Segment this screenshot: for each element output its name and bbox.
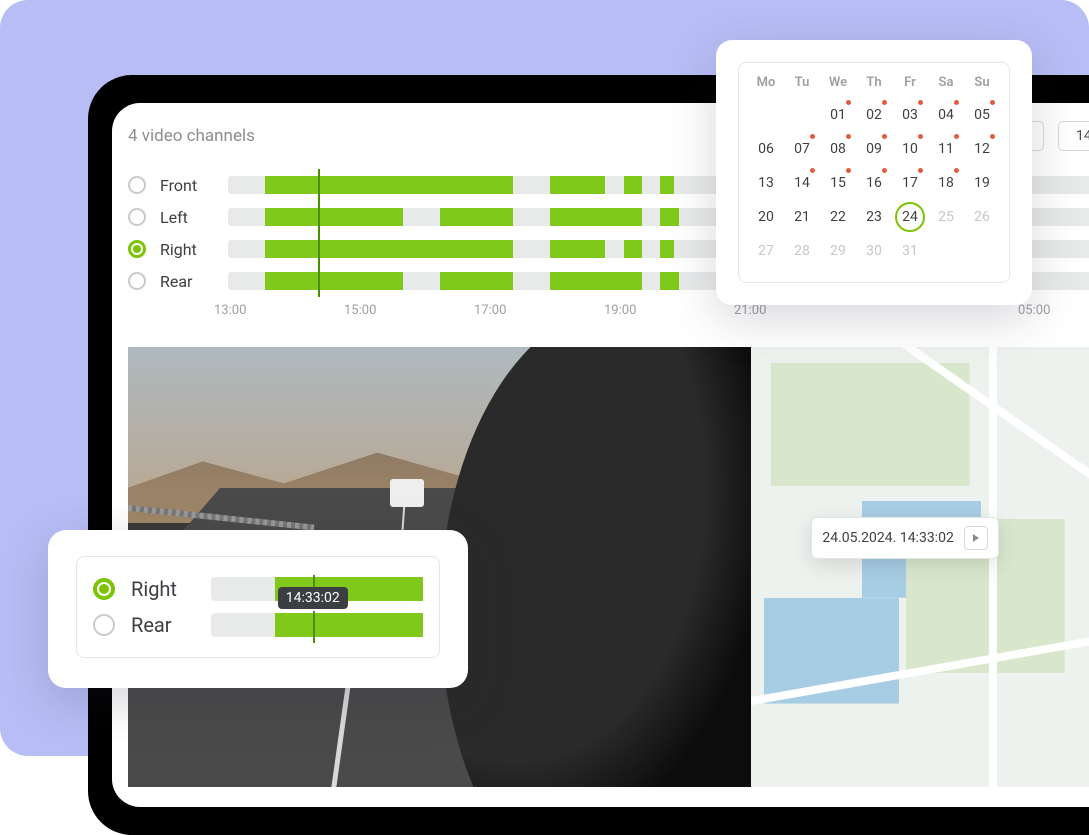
calendar-day[interactable]: 05	[965, 98, 999, 132]
time-axis: 13:00 15:00 17:00 19:00 21:00 05:00	[214, 303, 1089, 318]
calendar-day[interactable]: 26	[965, 200, 999, 234]
calendar-day[interactable]: 11	[929, 132, 963, 166]
channel-label: Front	[160, 176, 214, 195]
weekday-label: Tu	[785, 75, 819, 90]
weekday-label: Th	[857, 75, 891, 90]
calendar-day[interactable]: 28	[785, 234, 819, 268]
axis-tick: 21:00	[734, 303, 864, 318]
calendar-day	[785, 98, 819, 132]
axis-tick: 17:00	[474, 303, 604, 318]
weekday-label: We	[821, 75, 855, 90]
map-popup-text: 24.05.2024. 14:33:02	[822, 530, 953, 546]
calendar-day[interactable]: 06	[749, 132, 783, 166]
calendar-day[interactable]: 09	[857, 132, 891, 166]
timeline-playhead[interactable]	[318, 169, 320, 297]
calendar-day[interactable]: 27	[749, 234, 783, 268]
tablet-notch	[598, 75, 678, 95]
zoom-box: Right Rear 14:33:02	[76, 556, 440, 658]
calendar-day[interactable]: 02	[857, 98, 891, 132]
weekday-label: Sa	[929, 75, 963, 90]
map-viewport[interactable]: 24.05.2024. 14:33:02	[751, 347, 1089, 787]
channel-label: Rear	[160, 272, 214, 291]
stage-background: 4 video channels 14:33:02	[0, 0, 1089, 756]
calendar-day[interactable]: 01	[821, 98, 855, 132]
channel-radio-left[interactable]	[128, 208, 146, 226]
calendar-day[interactable]: 15	[821, 166, 855, 200]
play-icon	[971, 533, 981, 543]
channel-label: Left	[160, 208, 214, 227]
axis-tick: 13:00	[214, 303, 344, 318]
axis-tick: 19:00	[604, 303, 734, 318]
calendar-day	[749, 98, 783, 132]
calendar-day[interactable]: 20	[749, 200, 783, 234]
calendar-day[interactable]: 08	[821, 132, 855, 166]
axis-tick: 15:00	[344, 303, 474, 318]
map-popup-play-button[interactable]	[964, 526, 988, 550]
calendar-day[interactable]: 24	[895, 202, 925, 232]
zoom-row-right[interactable]: Right	[93, 571, 423, 607]
calendar-day[interactable]: 30	[857, 234, 891, 268]
calendar-day[interactable]: 18	[929, 166, 963, 200]
channel-radio-front[interactable]	[128, 176, 146, 194]
weekday-label: Mo	[749, 75, 783, 90]
calendar-day[interactable]: 12	[965, 132, 999, 166]
channel-radio-rear[interactable]	[128, 272, 146, 290]
calendar-day[interactable]: 29	[821, 234, 855, 268]
calendar-day[interactable]: 31	[893, 234, 927, 268]
zoom-radio-rear[interactable]	[93, 614, 115, 636]
channel-radio-right[interactable]	[128, 240, 146, 258]
calendar-day[interactable]: 23	[857, 200, 891, 234]
calendar-day[interactable]: 13	[749, 166, 783, 200]
calendar-day[interactable]: 04	[929, 98, 963, 132]
map-timestamp-popup[interactable]: 24.05.2024. 14:33:02	[811, 517, 998, 559]
weekday-label: Su	[965, 75, 999, 90]
calendar-day	[929, 234, 963, 268]
channel-label: Right	[160, 240, 214, 259]
zoom-label: Right	[131, 577, 195, 601]
calendar-day[interactable]: 03	[893, 98, 927, 132]
calendar-weekday-row: Mo Tu We Th Fr Sa Su	[749, 75, 999, 90]
zoom-row-rear[interactable]: Rear 14:33:02	[93, 607, 423, 643]
zoom-label: Rear	[131, 613, 195, 637]
zoom-radio-right[interactable]	[93, 578, 115, 600]
calendar[interactable]: Mo Tu We Th Fr Sa Su 0102030405060708091…	[738, 62, 1010, 283]
current-time-display[interactable]: 14:33:02	[1058, 121, 1089, 151]
zoom-track-rear[interactable]: 14:33:02	[211, 613, 423, 637]
calendar-day[interactable]: 19	[965, 166, 999, 200]
zoom-time-badge: 14:33:02	[278, 587, 348, 609]
calendar-day[interactable]: 22	[821, 200, 855, 234]
calendar-day[interactable]: 16	[857, 166, 891, 200]
calendar-day[interactable]: 21	[785, 200, 819, 234]
calendar-day	[965, 234, 999, 268]
weekday-label: Fr	[893, 75, 927, 90]
calendar-day[interactable]: 10	[893, 132, 927, 166]
calendar-day[interactable]: 17	[893, 166, 927, 200]
axis-tick: 05:00	[1018, 303, 1089, 318]
zoom-card: Right Rear 14:33:02	[48, 530, 468, 688]
calendar-card: Mo Tu We Th Fr Sa Su 0102030405060708091…	[716, 40, 1032, 305]
calendar-grid: 0102030405 06070809101112 13141516171819 20…	[749, 98, 999, 268]
calendar-day[interactable]: 25	[929, 200, 963, 234]
calendar-day[interactable]: 07	[785, 132, 819, 166]
calendar-day[interactable]: 14	[785, 166, 819, 200]
